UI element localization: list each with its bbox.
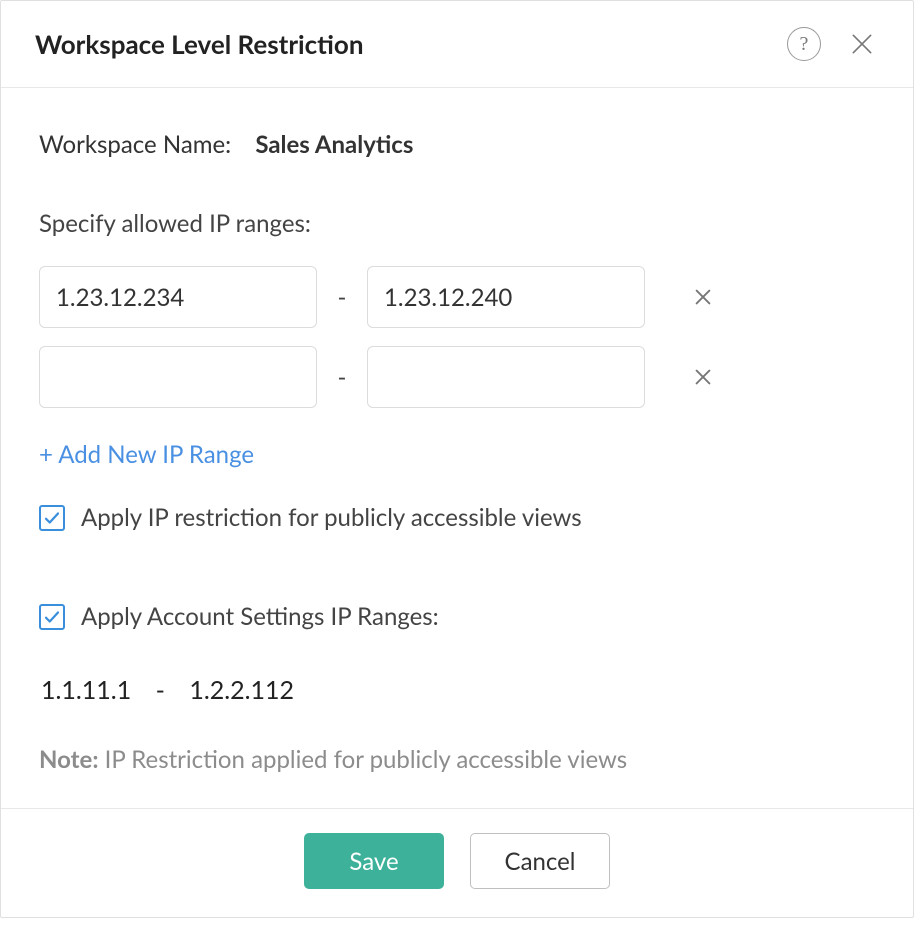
- workspace-name-value: Sales Analytics: [255, 130, 413, 159]
- add-ip-range-link[interactable]: + Add New IP Range: [39, 440, 254, 469]
- workspace-restriction-dialog: Workspace Level Restriction ? Workspace …: [0, 0, 914, 918]
- dialog-title: Workspace Level Restriction: [35, 28, 787, 60]
- ip-ranges-label: Specify allowed IP ranges:: [39, 209, 875, 238]
- close-icon: [692, 366, 714, 388]
- remove-ip-range-button[interactable]: [683, 277, 723, 317]
- close-icon: [692, 286, 714, 308]
- check-icon: [43, 608, 61, 626]
- close-icon: [849, 31, 875, 57]
- note-text: IP Restriction applied for publicly acce…: [99, 745, 628, 774]
- save-button[interactable]: Save: [304, 833, 444, 889]
- workspace-name-row: Workspace Name: Sales Analytics: [39, 130, 875, 159]
- account-range-to: 1.2.2.112: [189, 675, 294, 705]
- range-dash: -: [335, 283, 349, 312]
- note-label: Note:: [39, 745, 99, 774]
- remove-ip-range-button[interactable]: [683, 357, 723, 397]
- ip-range-rows: - -: [39, 266, 875, 408]
- dialog-footer: Save Cancel: [1, 809, 913, 917]
- ip-to-input[interactable]: [367, 266, 645, 328]
- dialog-header: Workspace Level Restriction ?: [1, 1, 913, 88]
- ip-from-input[interactable]: [39, 266, 317, 328]
- ip-range-row: -: [39, 266, 875, 328]
- header-actions: ?: [787, 27, 879, 61]
- workspace-name-label: Workspace Name:: [39, 130, 231, 159]
- close-button[interactable]: [845, 27, 879, 61]
- ip-from-input[interactable]: [39, 346, 317, 408]
- apply-public-checkbox[interactable]: [39, 505, 65, 531]
- check-icon: [43, 509, 61, 527]
- account-range-from: 1.1.11.1: [41, 675, 131, 705]
- note-row: Note: IP Restriction applied for publicl…: [39, 745, 875, 774]
- apply-public-row: Apply IP restriction for publicly access…: [39, 503, 875, 532]
- cancel-button[interactable]: Cancel: [470, 833, 610, 889]
- question-mark-icon: ?: [800, 33, 809, 56]
- ip-range-row: -: [39, 346, 875, 408]
- apply-public-label: Apply IP restriction for publicly access…: [81, 503, 582, 532]
- help-icon[interactable]: ?: [787, 27, 821, 61]
- range-dash: -: [335, 363, 349, 392]
- ip-to-input[interactable]: [367, 346, 645, 408]
- apply-account-label: Apply Account Settings IP Ranges:: [81, 602, 439, 631]
- apply-account-checkbox[interactable]: [39, 604, 65, 630]
- account-ip-range: 1.1.11.1 - 1.2.2.112: [39, 653, 875, 705]
- apply-account-row: Apply Account Settings IP Ranges:: [39, 602, 875, 631]
- range-dash: -: [156, 675, 165, 705]
- dialog-body: Workspace Name: Sales Analytics Specify …: [1, 88, 913, 809]
